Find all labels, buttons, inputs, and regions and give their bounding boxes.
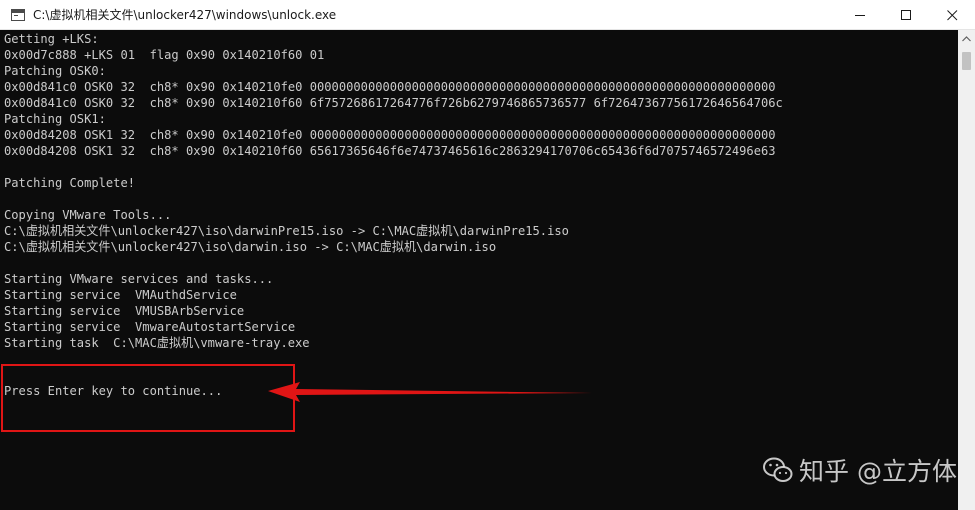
console-line: Patching Complete! (4, 175, 136, 190)
console-line: Starting service VMAuthdService (4, 287, 237, 302)
minimize-icon (854, 14, 865, 16)
close-icon (946, 9, 957, 20)
console-line: Copying VMware Tools... (4, 207, 172, 222)
console-line: C:\虚拟机相关文件\unlocker427\iso\darwinPre15.i… (4, 223, 569, 238)
minimize-button[interactable] (837, 0, 883, 30)
console-text: Getting +LKS: 0x00d7c888 +LKS 01 flag 0x9… (4, 31, 783, 399)
window-title: C:\虚拟机相关文件\unlocker427\windows\unlock.ex… (33, 8, 337, 22)
console-line: 0x00d84208 OSK1 32 ch8* 0x90 0x140210f60… (4, 143, 776, 158)
console-line: 0x00d841c0 OSK0 32 ch8* 0x90 0x140210fe0… (4, 79, 776, 94)
console-app-icon[interactable] (11, 8, 25, 21)
window-controls (837, 0, 975, 30)
console-output[interactable]: Getting +LKS: 0x00d7c888 +LKS 01 flag 0x9… (0, 30, 958, 510)
close-button[interactable] (929, 0, 975, 30)
vertical-scrollbar[interactable] (958, 30, 975, 510)
console-line: Starting VMware services and tasks... (4, 271, 274, 286)
console-line: Patching OSK0: (4, 63, 106, 78)
console-line: 0x00d7c888 +LKS 01 flag 0x90 0x140210f60… (4, 47, 325, 62)
console-line: 0x00d841c0 OSK0 32 ch8* 0x90 0x140210f60… (4, 95, 783, 110)
console-line: Starting service VmwareAutostartService (4, 319, 296, 334)
console-line: C:\虚拟机相关文件\unlocker427\iso\darwin.iso ->… (4, 239, 497, 254)
chevron-up-icon (962, 35, 971, 41)
title-bar[interactable]: C:\虚拟机相关文件\unlocker427\windows\unlock.ex… (0, 0, 975, 30)
console-line: Press Enter key to continue... (4, 383, 223, 398)
scroll-thumb[interactable] (962, 52, 971, 70)
console-line: Starting service VMUSBArbService (4, 303, 245, 318)
console-line: Getting +LKS: (4, 31, 99, 46)
console-line: Starting task C:\MAC虚拟机\vmware-tray.exe (4, 335, 310, 350)
console-window: C:\虚拟机相关文件\unlocker427\windows\unlock.ex… (0, 0, 975, 510)
maximize-icon (900, 9, 911, 20)
console-line: 0x00d84208 OSK1 32 ch8* 0x90 0x140210fe0… (4, 127, 776, 142)
console-line: Patching OSK1: (4, 111, 106, 126)
scroll-up-button[interactable] (958, 30, 975, 47)
maximize-button[interactable] (883, 0, 929, 30)
